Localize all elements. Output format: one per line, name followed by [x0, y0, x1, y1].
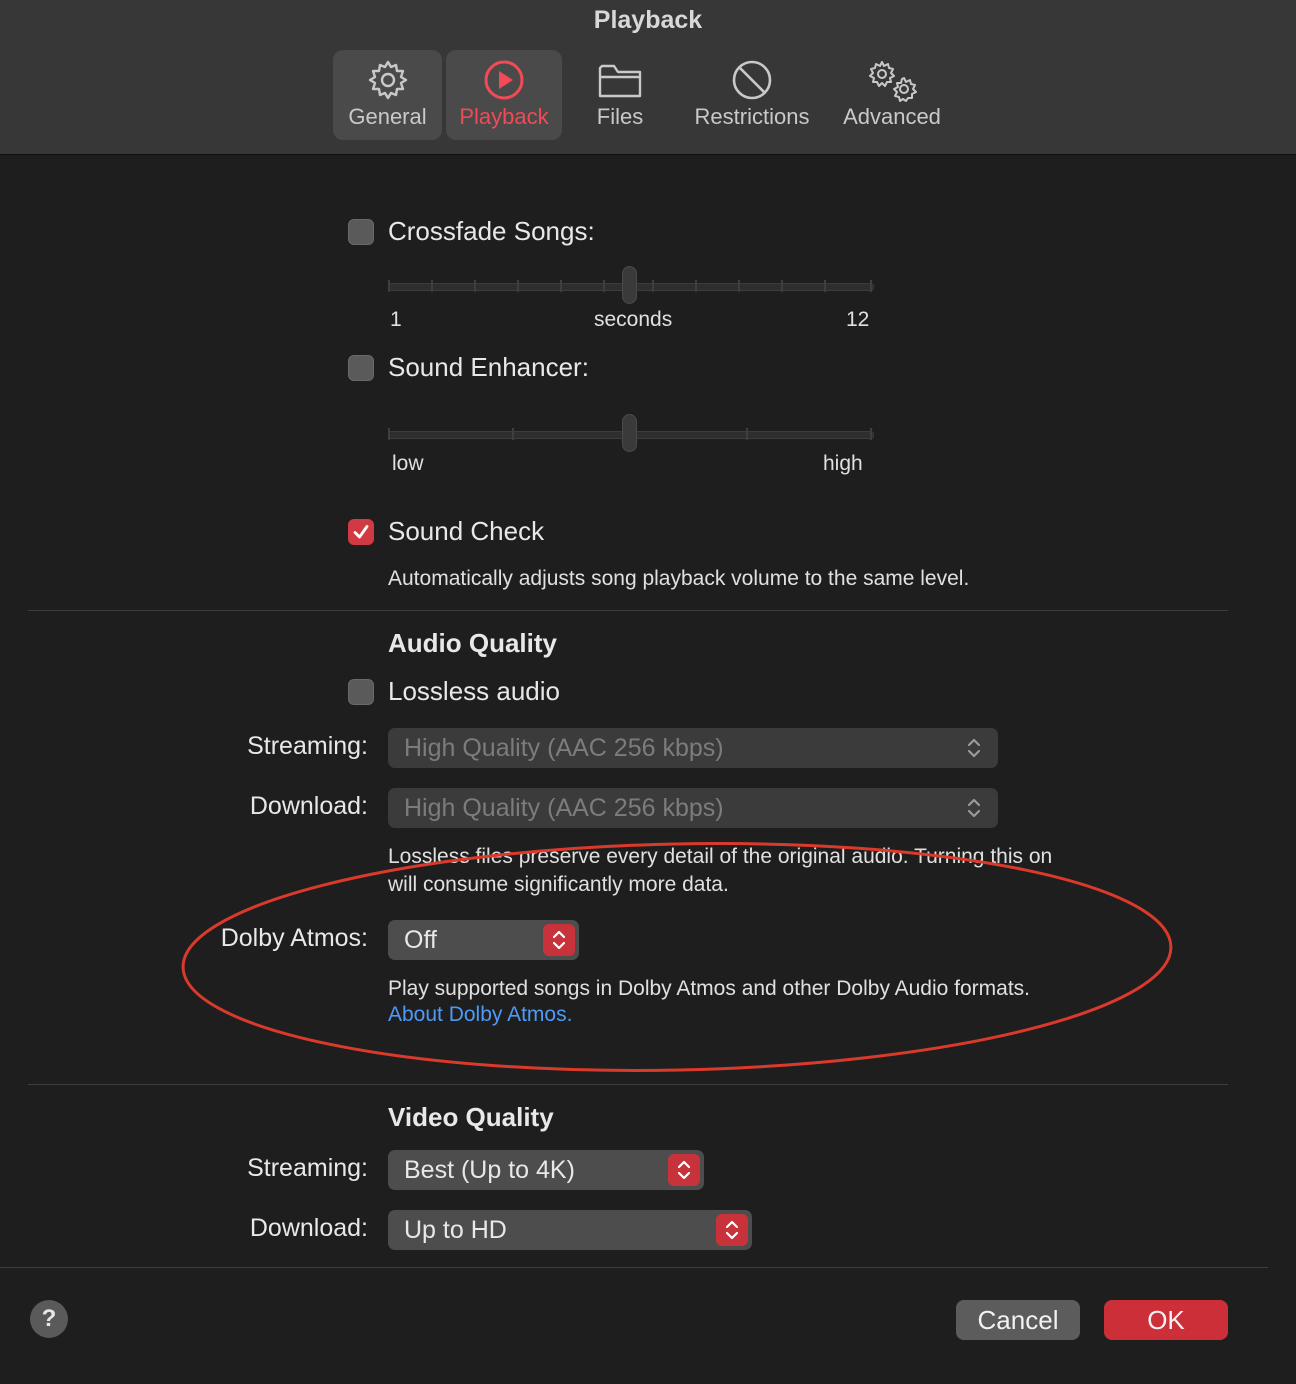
- about-dolby-atmos-link[interactable]: About Dolby Atmos.: [388, 1003, 572, 1027]
- lossless-note-line1: Lossless files preserve every detail of …: [388, 845, 1053, 868]
- gears-icon: [869, 61, 917, 102]
- sound-enhancer-slider[interactable]: [388, 414, 874, 458]
- slider-tick: [824, 280, 826, 292]
- slider-tick: [388, 280, 390, 292]
- crossfade-min-label: 1: [390, 308, 402, 331]
- sound-enhancer-max-label: high: [823, 452, 863, 475]
- slider-tick: [431, 280, 433, 292]
- crossfade-label: Crossfade Songs:: [388, 216, 595, 246]
- audio-streaming-label: Streaming:: [247, 732, 368, 760]
- tab-playback-label: Playback: [459, 104, 549, 129]
- tab-files-label: Files: [596, 104, 644, 129]
- slider-tick: [870, 428, 872, 440]
- tab-advanced-label: Advanced: [843, 104, 941, 129]
- dolby-atmos-value: Off: [404, 926, 437, 954]
- slider-tick: [474, 280, 476, 292]
- slider-tick: [781, 280, 783, 292]
- slider-tick: [870, 280, 872, 292]
- crossfade-max-label: 12: [846, 308, 870, 331]
- dolby-atmos-label: Dolby Atmos:: [220, 924, 368, 952]
- folder-icon: [598, 64, 642, 98]
- lossless-note-line2: will consume significantly more data.: [388, 873, 729, 896]
- sound-enhancer-checkbox[interactable]: [348, 355, 374, 381]
- crossfade-checkbox[interactable]: [348, 219, 374, 245]
- checkmark-icon: [353, 525, 369, 539]
- tab-files[interactable]: Files: [576, 50, 664, 140]
- tab-general-label: General: [348, 104, 427, 129]
- crossfade-slider-knob[interactable]: [622, 266, 637, 304]
- chevron-up-down-icon: [958, 732, 990, 764]
- chevron-up-down-icon: [716, 1214, 748, 1246]
- crossfade-unit-label: seconds: [594, 308, 673, 331]
- slider-tick: [560, 280, 562, 292]
- footer-divider: [0, 1267, 1268, 1268]
- audio-streaming-value: High Quality (AAC 256 kbps): [404, 734, 724, 762]
- video-streaming-value: Best (Up to 4K): [404, 1156, 575, 1184]
- slider-tick: [746, 428, 748, 440]
- sound-check-checkbox[interactable]: [348, 519, 374, 545]
- slider-tick: [512, 428, 514, 440]
- audio-quality-heading: Audio Quality: [388, 628, 557, 658]
- lossless-audio-checkbox[interactable]: [348, 679, 374, 705]
- toolbar: Playback General Playback Files Restrict…: [0, 0, 1296, 155]
- dolby-atmos-description: Play supported songs in Dolby Atmos and …: [388, 977, 1031, 1000]
- audio-streaming-select[interactable]: High Quality (AAC 256 kbps): [388, 728, 998, 768]
- video-download-value: Up to HD: [404, 1216, 507, 1244]
- sound-check-description: Automatically adjusts song playback volu…: [388, 567, 970, 590]
- lossless-audio-label: Lossless audio: [388, 676, 560, 706]
- tab-general[interactable]: General: [333, 50, 442, 140]
- sound-enhancer-slider-knob[interactable]: [622, 414, 637, 452]
- slider-tick: [738, 280, 740, 292]
- video-download-label: Download:: [249, 1214, 368, 1242]
- section-divider: [28, 610, 1228, 611]
- prohibited-icon: [732, 60, 772, 100]
- sound-enhancer-label: Sound Enhancer:: [388, 352, 589, 382]
- help-button[interactable]: ?: [30, 1300, 68, 1338]
- chevron-up-down-icon: [958, 792, 990, 824]
- tab-advanced[interactable]: Advanced: [836, 50, 948, 140]
- gear-icon: [368, 60, 407, 100]
- video-streaming-select[interactable]: Best (Up to 4K): [388, 1150, 704, 1190]
- video-quality-heading: Video Quality: [388, 1102, 554, 1132]
- audio-download-value: High Quality (AAC 256 kbps): [404, 794, 724, 822]
- sound-enhancer-min-label: low: [392, 452, 424, 475]
- slider-tick: [652, 280, 654, 292]
- crossfade-slider[interactable]: [388, 266, 874, 310]
- window-title: Playback: [593, 6, 703, 34]
- chevron-up-down-icon: [668, 1154, 700, 1186]
- slider-tick: [388, 428, 390, 440]
- tab-restrictions[interactable]: Restrictions: [684, 50, 820, 140]
- slider-tick: [517, 280, 519, 292]
- slider-tick: [695, 280, 697, 292]
- slider-tick: [603, 280, 605, 292]
- tab-restrictions-label: Restrictions: [694, 104, 810, 129]
- audio-download-label: Download:: [249, 792, 368, 820]
- audio-download-select[interactable]: High Quality (AAC 256 kbps): [388, 788, 998, 828]
- tab-playback[interactable]: Playback: [446, 50, 562, 140]
- video-download-select[interactable]: Up to HD: [388, 1210, 752, 1250]
- dolby-atmos-select[interactable]: Off: [388, 920, 579, 960]
- chevron-up-down-icon: [543, 924, 575, 956]
- play-circle-icon: [484, 60, 524, 100]
- video-streaming-label: Streaming:: [247, 1154, 368, 1182]
- section-divider: [28, 1084, 1228, 1085]
- sound-check-label: Sound Check: [388, 516, 545, 546]
- cancel-button[interactable]: Cancel: [956, 1300, 1080, 1340]
- ok-button[interactable]: OK: [1104, 1300, 1228, 1340]
